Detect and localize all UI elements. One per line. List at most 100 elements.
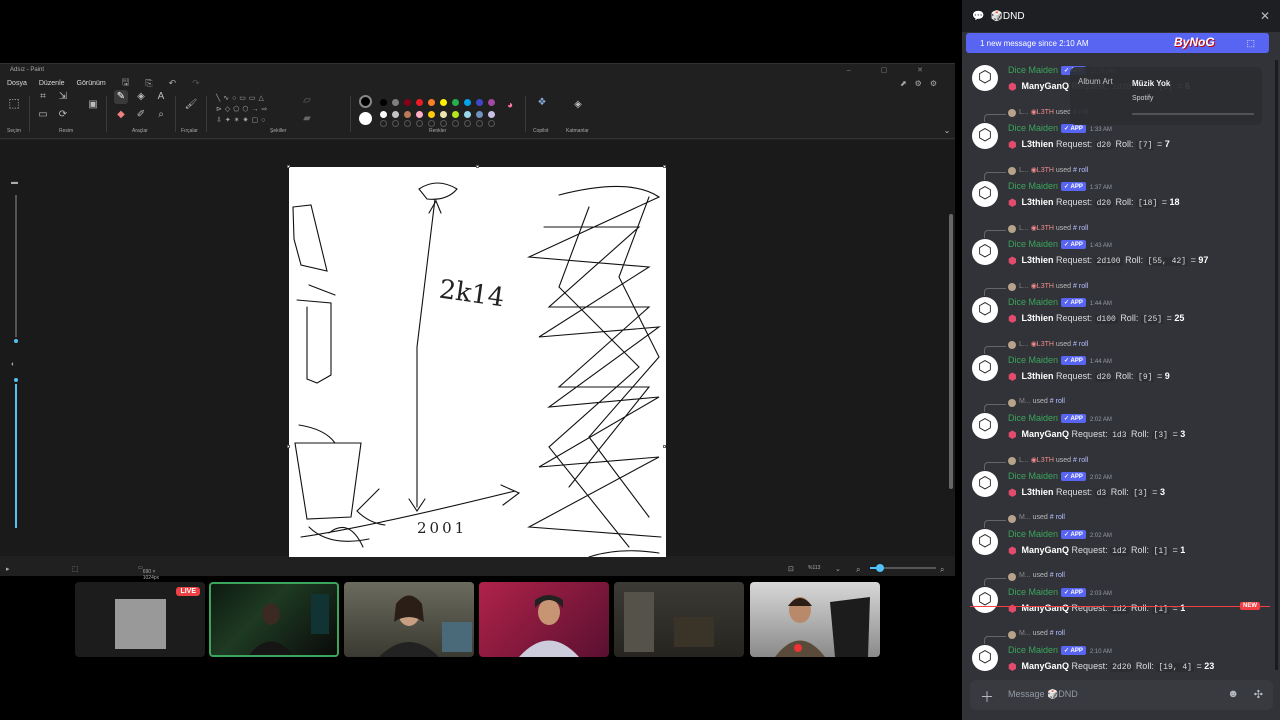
bot-name[interactable]: Dice Maiden ✓ APP 2:02 AM: [1008, 529, 1112, 539]
redo-icon[interactable]: ↷: [192, 78, 200, 89]
custom-color-slot[interactable]: [452, 120, 459, 127]
reply-reference[interactable]: L... ◉L3TH used # roll: [984, 282, 1254, 296]
color-swatch[interactable]: [440, 99, 447, 106]
slash-command[interactable]: # roll: [1050, 572, 1065, 579]
reply-reference[interactable]: L... ◉L3TH used # roll: [984, 340, 1254, 354]
shapes-row-1[interactable]: ╲∿○▭▭△: [216, 94, 267, 102]
bot-avatar-icon[interactable]: ⬡: [972, 65, 998, 91]
zoom-slider[interactable]: [870, 564, 936, 572]
bot-avatar-icon[interactable]: ⬡: [972, 413, 998, 439]
edit-colors-icon[interactable]: ◕: [503, 99, 517, 113]
fill-icon[interactable]: ◈: [134, 90, 148, 104]
slash-command[interactable]: # roll: [1073, 167, 1088, 174]
menu-file[interactable]: Dosya: [7, 80, 27, 87]
chat-message[interactable]: M... used # roll ⬡ Dice Maiden ✓ APP 2:02 AM…: [962, 398, 1280, 456]
custom-color-slot[interactable]: [488, 120, 495, 127]
brush-size-knob[interactable]: [12, 337, 20, 345]
color-swatch[interactable]: [392, 99, 399, 106]
close-icon[interactable]: ✕: [1260, 9, 1270, 23]
pencil-icon[interactable]: ✎: [114, 90, 128, 104]
bot-name[interactable]: Dice Maiden ✓ APP 1:44 AM: [1008, 297, 1112, 307]
color-swatch[interactable]: [476, 111, 483, 118]
color-swatch[interactable]: [380, 111, 387, 118]
reply-reference[interactable]: M... used # roll: [984, 514, 1254, 528]
eraser-icon[interactable]: ◆: [114, 108, 128, 122]
save-icon[interactable]: 🖫: [122, 75, 130, 91]
opacity-knob[interactable]: [12, 376, 20, 384]
webcam-tile-1[interactable]: [209, 582, 339, 657]
brush-icon[interactable]: 🖌: [184, 98, 198, 112]
zoom-out-icon[interactable]: ⌕: [856, 565, 860, 575]
slash-command[interactable]: # roll: [1073, 225, 1088, 232]
bot-avatar-icon[interactable]: ⬡: [972, 297, 998, 323]
color-swatch[interactable]: [380, 99, 387, 106]
color-swatch[interactable]: [392, 111, 399, 118]
bot-avatar-icon[interactable]: ⬡: [972, 355, 998, 381]
custom-color-slot[interactable]: [464, 120, 471, 127]
chat-message[interactable]: L... ◉L3TH used # roll ⬡ Dice Maiden✓ APP1…: [962, 282, 1280, 340]
menu-edit[interactable]: Düzenle: [39, 80, 65, 87]
add-attachment-icon[interactable]: ＋: [980, 687, 994, 707]
resize-handle-left[interactable]: [287, 445, 290, 448]
select-tool-icon[interactable]: ⬚: [7, 96, 21, 110]
color-swatch[interactable]: [464, 99, 471, 106]
chat-message[interactable]: L... ◉L3TH used # roll ⬡ Dice Maiden✓ APP1…: [962, 340, 1280, 398]
fit-icon[interactable]: ⊡: [788, 565, 794, 573]
chat-message[interactable]: L... ◉L3TH used # roll ⬡ Dice Maiden✓ APP1…: [962, 224, 1280, 282]
bot-name[interactable]: Dice Maiden ✓ APP 2:02 AM: [1008, 413, 1112, 423]
custom-color-slot[interactable]: [392, 120, 399, 127]
outline-icon[interactable]: ▱: [300, 94, 314, 108]
rotate-icon[interactable]: ⟳: [56, 108, 70, 122]
bot-avatar-icon[interactable]: ⬡: [972, 181, 998, 207]
apps-icon[interactable]: ✣: [1254, 688, 1263, 701]
zoom-dropdown-icon[interactable]: ⌄: [835, 565, 841, 573]
bot-avatar-icon[interactable]: ⬡: [972, 645, 998, 671]
custom-color-slot[interactable]: [476, 120, 483, 127]
custom-color-slot[interactable]: [380, 120, 387, 127]
color-swatch[interactable]: [416, 111, 423, 118]
undo-icon[interactable]: ↶: [169, 78, 177, 89]
zoom-in-icon[interactable]: ⌕: [940, 565, 944, 575]
resize-handle-tl[interactable]: [287, 165, 290, 168]
resize-handle-tr[interactable]: [663, 165, 666, 168]
webcam-tile-5[interactable]: [750, 582, 880, 657]
slash-command[interactable]: # roll: [1050, 398, 1065, 405]
magnifier-icon[interactable]: ⌕: [154, 108, 168, 122]
bot-avatar-icon[interactable]: ⬡: [972, 239, 998, 265]
zoom-readout[interactable]: %113: [808, 565, 820, 571]
color-swatch[interactable]: [452, 99, 459, 106]
resize-handle-right[interactable]: [663, 445, 666, 448]
color-swatch[interactable]: [404, 111, 411, 118]
reply-reference[interactable]: M... used # roll: [984, 630, 1254, 644]
menu-view[interactable]: Görünüm: [77, 80, 106, 87]
webcam-tile-4[interactable]: [614, 582, 744, 657]
share-settings-icons[interactable]: ⬈⚙⚙: [900, 79, 945, 88]
brush-size-slider[interactable]: [15, 195, 17, 340]
bot-avatar-icon[interactable]: ⬡: [972, 471, 998, 497]
workspace-scrollbar[interactable]: [949, 214, 953, 489]
secondary-color[interactable]: [359, 112, 372, 125]
reply-reference[interactable]: L... ◉L3TH used # roll: [984, 224, 1254, 238]
crop-icon[interactable]: ⌗: [36, 90, 50, 104]
emoji-icon[interactable]: ☻: [1227, 688, 1239, 700]
opacity-slider[interactable]: [15, 378, 17, 528]
zoom-slider-knob[interactable]: [876, 564, 884, 572]
slash-command[interactable]: # roll: [1073, 457, 1088, 464]
reply-reference[interactable]: M... used # roll: [984, 398, 1254, 412]
reply-reference[interactable]: L... ◉L3TH used # roll: [984, 166, 1254, 180]
bot-name[interactable]: Dice Maiden ✓ APP 2:10 AM: [1008, 645, 1112, 655]
color-picker-icon[interactable]: ✐: [134, 108, 148, 122]
color-swatch[interactable]: [428, 111, 435, 118]
copilot-icon[interactable]: ❖: [535, 96, 549, 110]
color-swatch[interactable]: [452, 111, 459, 118]
custom-color-slot[interactable]: [428, 120, 435, 127]
bot-name[interactable]: Dice Maiden ✓ APP 2:03 AM: [1008, 587, 1112, 597]
color-swatch[interactable]: [428, 99, 435, 106]
color-swatch[interactable]: [488, 111, 495, 118]
bot-avatar-icon[interactable]: ⬡: [972, 587, 998, 613]
reply-reference[interactable]: M... used # roll: [984, 572, 1254, 586]
message-composer[interactable]: ＋ Message 🎲DND ☻ ✣: [970, 680, 1273, 710]
color-swatch[interactable]: [488, 99, 495, 106]
screen-share-tile[interactable]: LIVE: [75, 582, 205, 657]
history-icon[interactable]: ⎘: [145, 78, 152, 89]
